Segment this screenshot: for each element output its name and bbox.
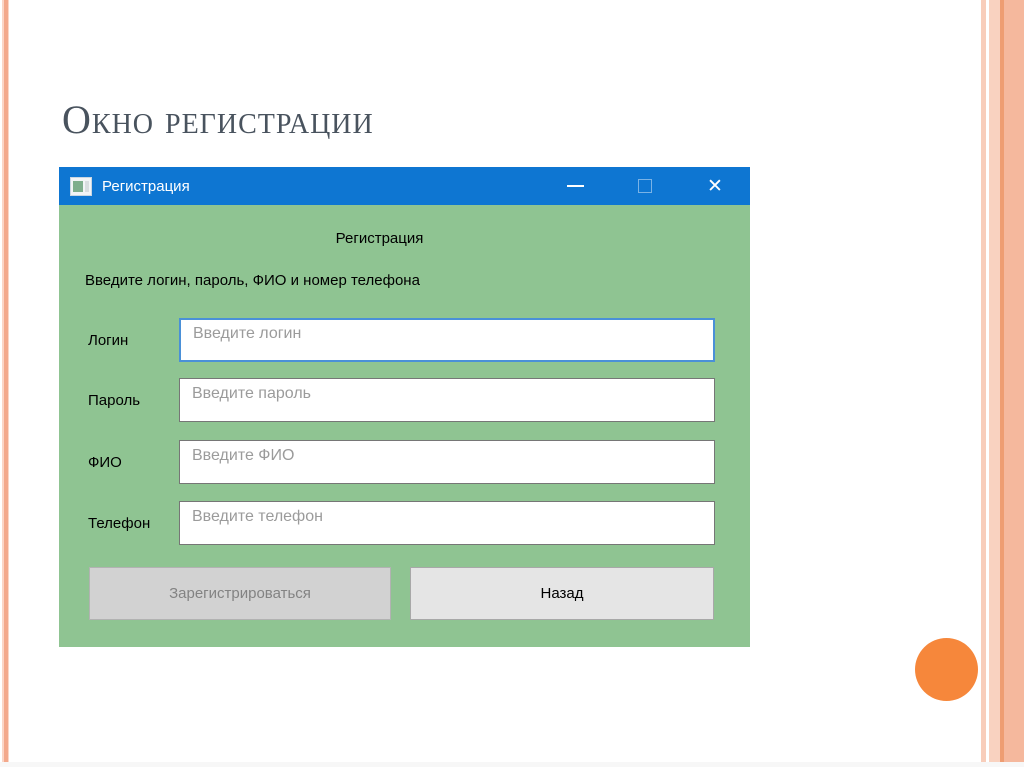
form-instruction: Введите логин, пароль, ФИО и номер телеф… xyxy=(85,272,420,289)
window-controls: ✕ xyxy=(540,167,750,205)
window-title: Регистрация xyxy=(102,177,190,195)
right-stripe-decoration xyxy=(979,0,1024,767)
app-icon-pane-side xyxy=(85,180,89,192)
login-input[interactable] xyxy=(179,318,715,362)
maximize-icon xyxy=(638,179,652,193)
slide-title: Окно регистрации xyxy=(62,97,374,142)
phone-label: Телефон xyxy=(88,514,151,532)
register-button[interactable]: Зарегистрироваться xyxy=(89,567,391,620)
close-icon: ✕ xyxy=(707,175,723,197)
login-label: Логин xyxy=(88,331,129,349)
minimize-button[interactable] xyxy=(540,167,610,205)
app-icon-pane xyxy=(73,180,83,192)
fullname-input[interactable] xyxy=(179,440,715,484)
bottom-band-decoration xyxy=(0,762,1024,767)
app-window-icon xyxy=(70,176,92,196)
minimize-icon xyxy=(566,185,584,187)
password-input[interactable] xyxy=(179,378,715,422)
fullname-label: ФИО xyxy=(88,453,122,471)
phone-input[interactable] xyxy=(179,501,715,545)
close-button[interactable]: ✕ xyxy=(680,167,750,205)
registration-window: Регистрация ✕ Регистрация Введите логин,… xyxy=(59,167,750,647)
registration-form: Регистрация Введите логин, пароль, ФИО и… xyxy=(59,205,750,647)
slide-canvas: Окно регистрации Регистрация ✕ Регистрац… xyxy=(0,0,1024,767)
maximize-button[interactable] xyxy=(610,167,680,205)
window-titlebar[interactable]: Регистрация ✕ xyxy=(59,167,750,205)
form-heading: Регистрация xyxy=(335,230,424,247)
back-button[interactable]: Назад xyxy=(410,567,714,620)
orange-circle-decoration xyxy=(915,638,978,701)
password-label: Пароль xyxy=(88,391,141,409)
left-stripe-decoration xyxy=(0,0,12,767)
